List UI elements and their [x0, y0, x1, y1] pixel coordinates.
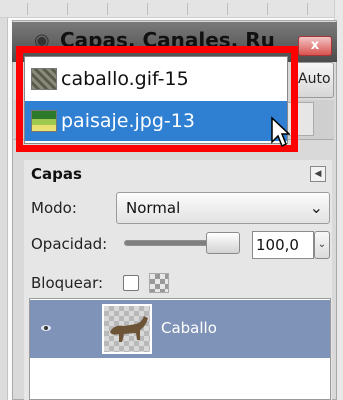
horse-thumbnail-image	[110, 316, 148, 342]
checkerboard-icon[interactable]	[149, 273, 169, 293]
layer-name: Caballo	[161, 319, 217, 337]
left-window-edge	[0, 0, 8, 400]
chevron-down-icon: ⌄	[309, 198, 323, 217]
mode-value: Normal	[126, 199, 181, 217]
mode-label: Modo:	[31, 199, 77, 217]
auto-button[interactable]: Auto	[294, 62, 334, 98]
spin-icon: ⌄	[317, 239, 327, 250]
annotation-highlight-box	[16, 46, 298, 152]
mouse-pointer-icon	[271, 116, 290, 148]
panel-title: Capas	[31, 165, 82, 183]
opacity-input[interactable]: 100,0	[252, 231, 314, 259]
eye-icon[interactable]	[40, 322, 52, 334]
close-button[interactable]: x	[298, 36, 332, 56]
opacity-spin-button[interactable]: ⌄	[314, 231, 330, 259]
lock-pixels-checkbox[interactable]	[123, 275, 139, 291]
panel-menu-button[interactable]: ◀	[310, 166, 326, 182]
opacity-slider-handle[interactable]	[206, 232, 240, 254]
opacity-label: Opacidad:	[31, 235, 108, 253]
menu-icon: ◀	[314, 169, 322, 179]
top-window-edge	[0, 0, 343, 18]
layer-thumbnail[interactable]	[102, 304, 152, 354]
close-icon: x	[310, 38, 320, 53]
mode-select[interactable]: Normal ⌄	[116, 192, 330, 224]
lock-label: Bloquear:	[31, 274, 104, 292]
